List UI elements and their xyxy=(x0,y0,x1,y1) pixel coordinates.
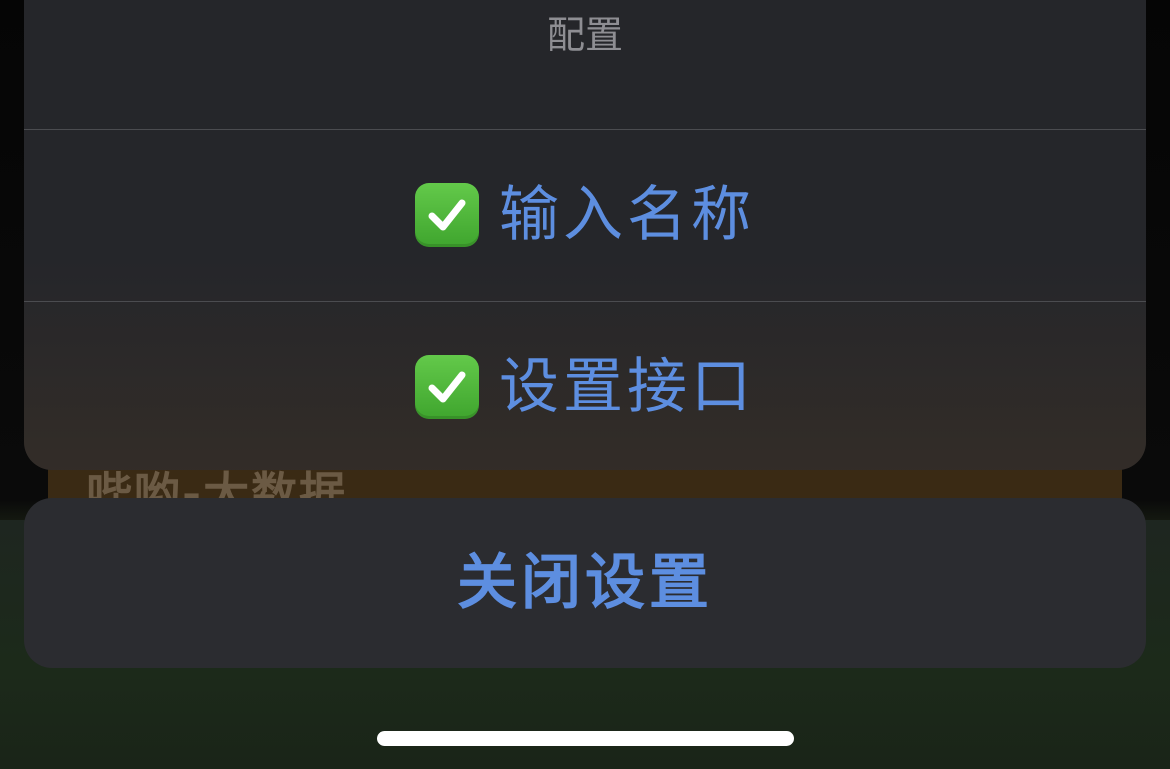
action-label: 输入名称 xyxy=(499,180,755,250)
home-indicator[interactable] xyxy=(377,731,794,746)
close-settings-label: 关闭设置 xyxy=(457,548,713,618)
sheet-title: 配置 xyxy=(546,13,623,57)
close-settings-button[interactable]: 关闭设置 xyxy=(24,498,1146,668)
action-sheet: 配置 输入名称 设置接口 xyxy=(24,0,1146,470)
checkmark-icon xyxy=(415,183,479,247)
action-set-interface-button[interactable]: 设置接口 xyxy=(24,302,1146,470)
checkmark-icon xyxy=(415,355,479,419)
screen: 哔哟-大数据 配置 输入名称 设置接口 关闭设置 xyxy=(0,0,1170,769)
background-app-text: 哔哟-大数据 xyxy=(86,467,348,502)
action-label: 设置接口 xyxy=(499,352,755,422)
action-enter-name-button[interactable]: 输入名称 xyxy=(24,130,1146,300)
